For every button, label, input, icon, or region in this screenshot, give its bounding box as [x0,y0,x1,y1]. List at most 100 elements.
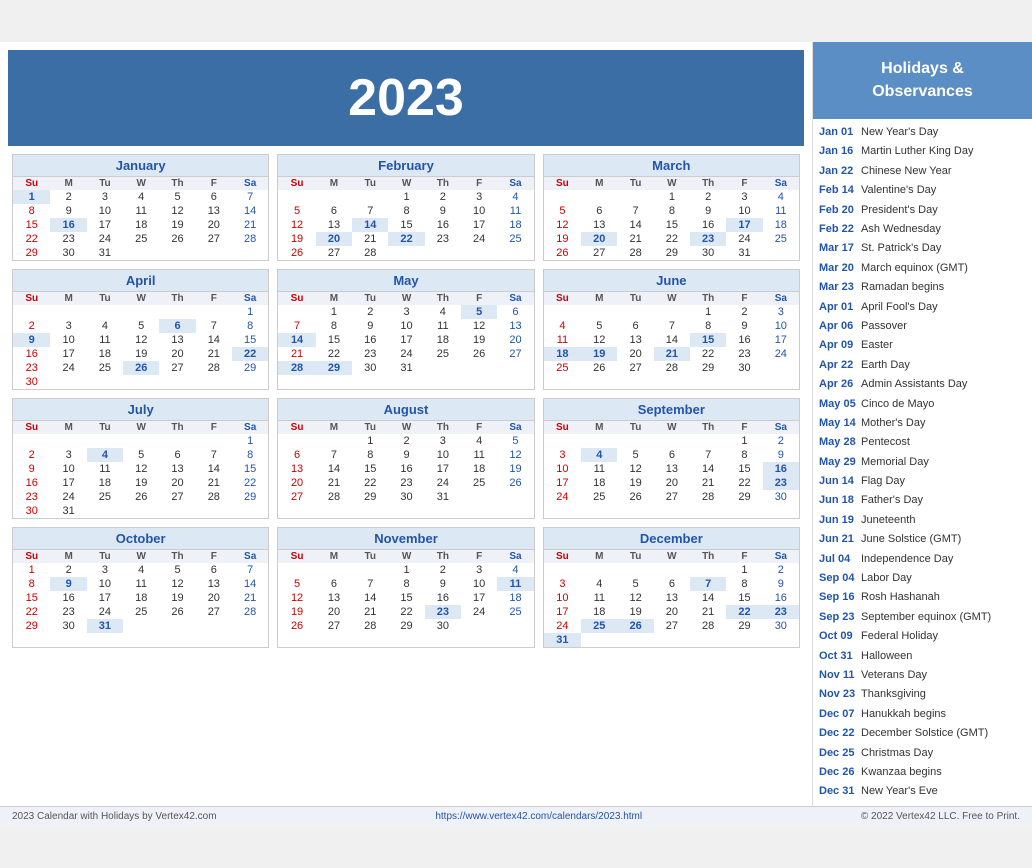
sidebar: Holidays &Observances Jan 01 New Year's D… [812,42,1032,805]
sidebar-item-date: Jan 22 [819,164,857,179]
month-october: October SuMTuWThFSa 1234567 891011121314… [12,527,269,648]
sidebar-item: Dec 07 Hanukkah begins [819,705,1026,724]
footer-link[interactable]: https://www.vertex42.com/calendars/2023.… [435,811,642,822]
sidebar-item-event: Cinco de Mayo [861,397,934,412]
sidebar-item: May 29 Memorial Day [819,453,1026,472]
month-july-table: SuMTuWThFSa 1 2345678 9101112131415 1617… [13,421,268,518]
sidebar-item-event: St. Patrick's Day [861,241,941,256]
month-november: November SuMTuWThFSa 1234 567891011 1213… [277,527,534,648]
sidebar-item-event: President's Day [861,203,938,218]
month-september: September SuMTuWThFSa 12 3456789 1011121… [543,398,800,519]
main-content: 2023 January SuMTuWThFSa 1234567 8910111… [0,42,1032,805]
sidebar-item-event: Labor Day [861,571,912,586]
sidebar-item-event: Hanukkah begins [861,707,946,722]
sidebar-item-date: Sep 04 [819,571,857,586]
sidebar-item: Feb 14Valentine's Day [819,181,1026,200]
sidebar-item-event: Easter [861,338,893,353]
month-november-title: November [278,528,533,550]
sidebar-item: Jul 04Independence Day [819,550,1026,569]
sidebar-item-date: Mar 17 [819,241,857,256]
footer-center: https://www.vertex42.com/calendars/2023.… [435,811,642,822]
month-february-title: February [278,155,533,177]
month-february-table: SuMTuWThFSa 1234 567891011 1213141516171… [278,177,533,260]
sidebar-item-event: Earth Day [861,358,910,373]
page: 2023 January SuMTuWThFSa 1234567 8910111… [0,42,1032,825]
sidebar-item-date: May 14 [819,416,857,431]
sidebar-item-event: Independence Day [861,552,953,567]
sidebar-item: Apr 09 Easter [819,336,1026,355]
sidebar-item-event: Valentine's Day [861,183,936,198]
sidebar-item: Dec 25Christmas Day [819,744,1026,763]
year-title: 2023 [348,69,464,127]
sidebar-item-date: Dec 31 [819,784,857,799]
sidebar-item: Apr 06 Passover [819,317,1026,336]
sidebar-item-event: New Year's Eve [861,784,938,799]
sidebar-item: May 14Mother's Day [819,414,1026,433]
sidebar-item-event: Ash Wednesday [861,222,941,237]
sidebar-item-event: April Fool's Day [861,300,938,315]
sidebar-item: Sep 16Rosh Hashanah [819,588,1026,607]
month-september-title: September [544,399,799,421]
sidebar-item-date: Dec 25 [819,746,857,761]
month-february: February SuMTuWThFSa 1234 567891011 1213… [277,154,534,261]
sidebar-item: Jan 16 Martin Luther King Day [819,142,1026,161]
months-grid: January SuMTuWThFSa 1234567 891011121314… [8,154,804,648]
sidebar-item-date: Jan 16 [819,144,857,159]
sidebar-item: Oct 31 Halloween [819,647,1026,666]
month-january: January SuMTuWThFSa 1234567 891011121314… [12,154,269,261]
sidebar-item-date: Apr 22 [819,358,857,373]
month-march-table: SuMTuWThFSa 1234 567891011 1213141516171… [544,177,799,260]
sidebar-item: Jun 14 Flag Day [819,472,1026,491]
sidebar-item-event: Flag Day [861,474,905,489]
month-november-table: SuMTuWThFSa 1234 567891011 1213141516171… [278,550,533,633]
sidebar-item-event: Memorial Day [861,455,929,470]
sidebar-item: Feb 22 Ash Wednesday [819,220,1026,239]
sidebar-item-event: New Year's Day [861,125,938,140]
sidebar-item-date: Jun 14 [819,474,857,489]
sidebar-item-date: Oct 31 [819,649,857,664]
footer: 2023 Calendar with Holidays by Vertex42.… [0,806,1032,826]
month-january-title: January [13,155,268,177]
sidebar-item: Jun 18Father's Day [819,491,1026,510]
sidebar-item-event: Martin Luther King Day [861,144,974,159]
month-july-title: July [13,399,268,421]
sidebar-item-event: Federal Holiday [861,629,938,644]
sidebar-item-event: Halloween [861,649,912,664]
sidebar-item-date: May 29 [819,455,857,470]
sidebar-item-date: Feb 22 [819,222,857,237]
sidebar-item-event: Ramadan begins [861,280,944,295]
month-april-title: April [13,270,268,292]
sidebar-item-date: Feb 20 [819,203,857,218]
footer-left: 2023 Calendar with Holidays by Vertex42.… [12,811,217,822]
sidebar-item-date: Dec 26 [819,765,857,780]
footer-right: © 2022 Vertex42 LLC. Free to Print. [861,811,1020,822]
sidebar-item-date: Apr 01 [819,300,857,315]
sidebar-item-event: Passover [861,319,907,334]
sidebar-item: May 05Cinco de Mayo [819,395,1026,414]
sidebar-item: Dec 26 Kwanzaa begins [819,763,1026,782]
sidebar-item: Feb 20 President's Day [819,201,1026,220]
sidebar-item-event: Pentecost [861,435,910,450]
sidebar-item: Dec 31 New Year's Eve [819,782,1026,801]
sidebar-item-date: Jun 19 [819,513,857,528]
sidebar-item-date: Nov 11 [819,668,857,683]
month-may-title: May [278,270,533,292]
sidebar-item-date: Jan 01 [819,125,857,140]
sidebar-item-event: Kwanzaa begins [861,765,942,780]
sidebar-header: Holidays &Observances [813,42,1032,119]
sidebar-item-event: September equinox (GMT) [861,610,991,625]
sidebar-item-event: Father's Day [861,493,923,508]
sidebar-item-date: Sep 23 [819,610,857,625]
sidebar-item-date: Apr 26 [819,377,857,392]
sidebar-item: Mar 17 St. Patrick's Day [819,239,1026,258]
sidebar-item-date: Apr 06 [819,319,857,334]
sidebar-item-date: Apr 09 [819,338,857,353]
sidebar-item-date: Sep 16 [819,590,857,605]
sidebar-item-date: Dec 07 [819,707,857,722]
sidebar-item: Nov 23Thanksgiving [819,685,1026,704]
month-december-table: SuMTuWThFSa 12 3456789 10111213141516 17… [544,550,799,647]
sidebar-item: Apr 26Admin Assistants Day [819,375,1026,394]
month-april: April SuMTuWThFSa 1 2345678 910111213141… [12,269,269,390]
sidebar-item-event: Chinese New Year [861,164,952,179]
month-december-title: December [544,528,799,550]
